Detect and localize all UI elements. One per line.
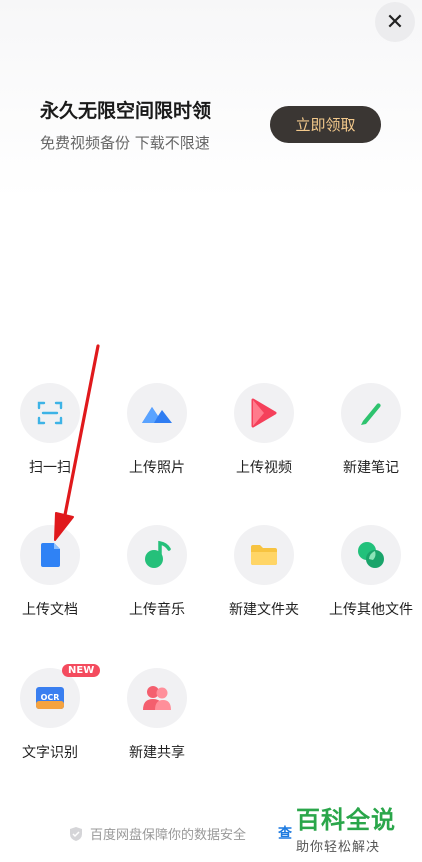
shield-icon (70, 826, 82, 841)
security-notice-text: 百度网盘保障你的数据安全 (90, 828, 247, 843)
watermark-sub-text: 助你轻松解决 (296, 840, 381, 855)
annotation-arrow (54, 344, 100, 541)
watermark-main-text: 百科全说 (296, 806, 396, 834)
watermark-logo: 百科全说 助你轻松解决 (296, 800, 416, 855)
security-notice: 百度网盘保障你的数据安全 (68, 824, 246, 843)
view-details-link[interactable]: 查 (278, 823, 292, 843)
